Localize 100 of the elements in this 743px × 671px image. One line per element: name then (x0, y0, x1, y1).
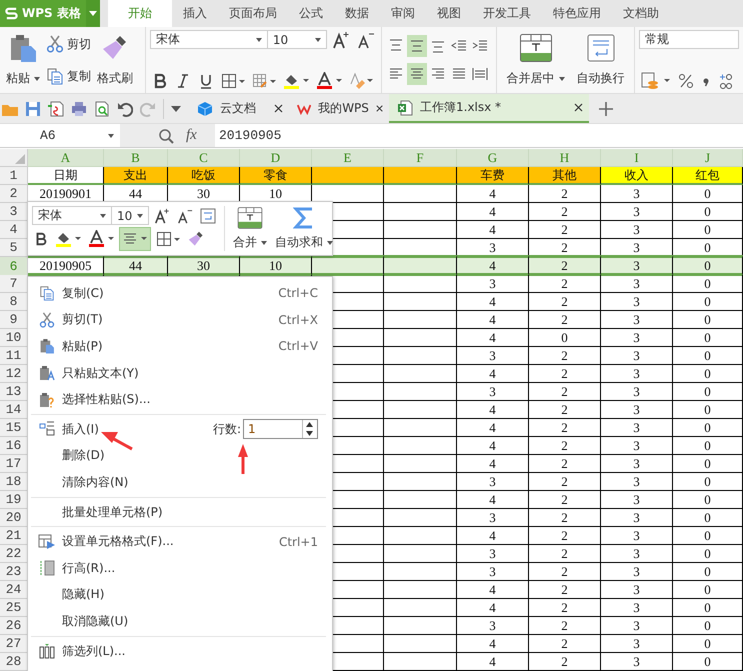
ribbon-tab[interactable]: 开始 (108, 0, 172, 27)
row-header[interactable]: 9 (0, 311, 28, 329)
wrap-text-icon[interactable] (200, 208, 216, 224)
row-header[interactable]: 16 (0, 437, 28, 455)
export-pdf-icon[interactable] (48, 100, 64, 116)
menu-item[interactable]: 选择性粘贴(S)... (62, 391, 150, 408)
row-header[interactable]: 18 (0, 473, 28, 491)
decrease-font-icon[interactable] (177, 208, 193, 224)
font-color-icon[interactable] (316, 72, 342, 90)
save-icon[interactable] (25, 100, 41, 116)
menu-item[interactable]: 粘贴(P) (62, 338, 103, 355)
name-box[interactable]: A6 (0, 124, 120, 147)
ribbon-tab[interactable]: 文档助 (612, 0, 670, 27)
close-icon[interactable] (274, 104, 283, 113)
row-header[interactable]: 26 (0, 617, 28, 635)
print-preview-icon[interactable] (94, 100, 110, 116)
row-count-field[interactable]: 1 (243, 419, 318, 440)
paintbrush-icon[interactable] (187, 230, 205, 248)
font-select[interactable]: 宋体 (150, 30, 268, 49)
menu-item[interactable]: 批量处理单元格(P) (62, 504, 163, 521)
ribbon-tab[interactable]: 数据 (334, 0, 380, 27)
row-header[interactable]: 7 (0, 275, 28, 293)
format-painter-button[interactable]: 格式刷 (95, 30, 135, 90)
document-tab[interactable]: 工作簿1.xlsx * (389, 94, 589, 123)
percent-icon[interactable] (678, 73, 694, 89)
borders-icon[interactable] (221, 73, 245, 89)
row-header[interactable]: 20 (0, 509, 28, 527)
increase-decimal-icon[interactable] (718, 72, 734, 90)
ribbon-tab[interactable]: 公式 (288, 0, 334, 27)
row-header[interactable]: 2 (0, 185, 28, 203)
row-header[interactable]: 27 (0, 635, 28, 653)
autosum-button[interactable]: 自动求和 (275, 206, 333, 251)
insert-function-label[interactable]: fx (186, 127, 197, 144)
search-icon[interactable] (158, 128, 174, 144)
increase-font-icon[interactable] (332, 30, 350, 48)
decrease-font-icon[interactable] (357, 30, 375, 48)
menu-item[interactable]: 隐藏(H) (62, 586, 104, 604)
clear-format-icon[interactable] (349, 72, 373, 90)
row-header[interactable]: 13 (0, 383, 28, 401)
fill-color-icon[interactable] (283, 72, 309, 90)
copy-button[interactable]: 复制 (46, 67, 91, 85)
ribbon-tab[interactable]: 特色应用 (542, 0, 612, 27)
number-format-select[interactable]: 常规 (639, 30, 739, 49)
increase-font-icon[interactable] (154, 208, 170, 224)
ribbon-tab[interactable]: 插入 (172, 0, 218, 27)
row-header[interactable]: 25 (0, 599, 28, 617)
ribbon-tab[interactable]: 开发工具 (472, 0, 542, 27)
italic-icon[interactable] (175, 73, 191, 89)
font-color-icon[interactable] (88, 230, 114, 248)
new-tab-icon[interactable] (599, 102, 613, 116)
bold-icon[interactable] (34, 231, 48, 247)
currency-icon[interactable] (641, 72, 671, 90)
ribbon-tab[interactable]: 视图 (426, 0, 472, 27)
underline-icon[interactable] (198, 73, 214, 89)
row-header[interactable]: 15 (0, 419, 28, 437)
print-icon[interactable] (71, 100, 87, 116)
menu-item[interactable]: 剪切(T) (62, 311, 103, 328)
close-icon[interactable] (376, 104, 383, 113)
merge-center-button[interactable]: 合并居中 (504, 30, 566, 90)
cell-style-icon[interactable] (252, 73, 276, 89)
row-header[interactable]: 1 (0, 167, 28, 185)
row-header[interactable]: 12 (0, 365, 28, 383)
row-header[interactable]: 10 (0, 329, 28, 347)
font-size-select[interactable]: 10 (266, 30, 327, 49)
menu-item[interactable]: 删除(D) (62, 447, 105, 464)
row-header[interactable]: 22 (0, 545, 28, 563)
row-header[interactable]: 21 (0, 527, 28, 545)
formula-input[interactable]: 20190905 (215, 124, 743, 147)
row-header[interactable]: 19 (0, 491, 28, 509)
menu-item[interactable]: 设置单元格格式(F)... (62, 533, 174, 550)
alignment-button[interactable] (407, 63, 427, 85)
row-header[interactable]: 23 (0, 563, 28, 581)
align-center-button[interactable] (119, 227, 151, 251)
menu-item[interactable]: 插入(I) (62, 420, 99, 438)
menu-item[interactable]: 筛选列(L)... (62, 642, 126, 660)
font-select[interactable]: 宋体 (32, 206, 112, 225)
row-header[interactable]: 14 (0, 401, 28, 419)
row-header[interactable]: 24 (0, 581, 28, 599)
dropdown-icon[interactable] (171, 106, 181, 112)
close-icon[interactable] (574, 103, 583, 112)
menu-item[interactable]: 清除内容(N) (62, 474, 128, 491)
undo-icon[interactable] (117, 100, 133, 116)
row-header[interactable]: 3 (0, 203, 28, 221)
alignment-button[interactable] (407, 35, 427, 57)
row-header[interactable]: 17 (0, 455, 28, 473)
row-header[interactable]: 5 (0, 239, 28, 257)
ribbon-tab[interactable]: 页面布局 (218, 0, 288, 27)
menu-item[interactable]: 只粘贴文本(Y) (62, 364, 139, 382)
menu-item[interactable]: 取消隐藏(U) (62, 612, 128, 630)
borders-icon[interactable] (156, 231, 180, 247)
fill-color-icon[interactable] (55, 230, 81, 248)
cut-button[interactable]: 剪切 (46, 35, 91, 53)
document-tab[interactable]: 我的WPS (289, 94, 389, 123)
ribbon-tab[interactable]: 审阅 (380, 0, 426, 27)
font-size-select[interactable]: 10 (111, 206, 149, 225)
row-header[interactable]: 28 (0, 653, 28, 671)
menu-item[interactable]: 复制(C) (62, 284, 104, 302)
row-header[interactable]: 11 (0, 347, 28, 365)
document-tab[interactable]: 云文档 (189, 94, 289, 123)
row-header[interactable]: 4 (0, 221, 28, 239)
